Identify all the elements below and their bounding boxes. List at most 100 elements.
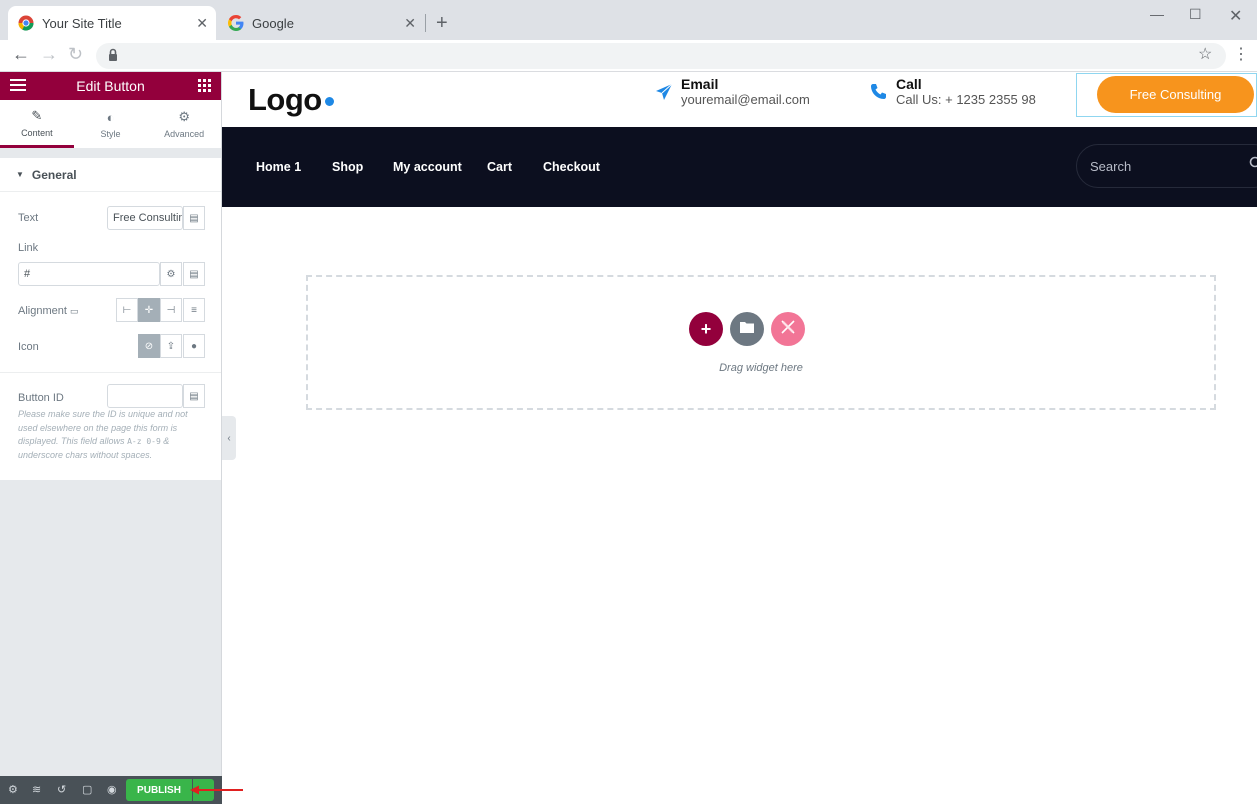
circle-icon: ● <box>190 340 198 352</box>
icon-upload-button[interactable]: ⇪ <box>160 334 182 358</box>
site-logo[interactable]: Logo <box>248 82 322 118</box>
database-icon: ▤ <box>189 390 199 402</box>
icon-library-button[interactable]: ● <box>183 334 205 358</box>
close-icon[interactable]: ✕ <box>196 15 208 32</box>
email-title: Email <box>681 76 719 92</box>
panel-header: Edit Button <box>0 72 221 100</box>
free-consulting-button[interactable]: Free Consulting <box>1097 76 1254 113</box>
tab-content[interactable]: ✎ Content <box>0 100 74 148</box>
section-toggle-general[interactable]: ▼ General <box>0 158 221 192</box>
history-icon[interactable]: ↺ <box>57 783 66 796</box>
logo-dot <box>325 97 334 106</box>
link-label: Link <box>18 242 39 254</box>
responsive-mode-icon[interactable]: ▢ <box>82 783 92 796</box>
nav-item-home[interactable]: Home 1 <box>256 160 301 174</box>
link-dynamic-button[interactable]: ▤ <box>183 262 205 286</box>
database-icon: ▤ <box>189 212 199 224</box>
gear-icon: ⚙ <box>178 109 190 124</box>
divider <box>0 372 221 373</box>
tab-label: Advanced <box>164 129 205 139</box>
reload-icon[interactable]: ↻ <box>68 44 83 65</box>
more-menu-icon[interactable]: ⋮ <box>1233 44 1249 64</box>
contrast-icon: ◐ <box>106 109 115 125</box>
preview-eye-icon[interactable]: ◉ <box>107 783 117 796</box>
back-icon[interactable]: ← <box>12 44 30 65</box>
align-center-button[interactable]: ✛ <box>138 298 160 322</box>
forward-icon[interactable]: → <box>40 44 58 65</box>
cta-widget-selection: Free Consulting <box>1076 73 1257 117</box>
caret-down-icon: ▼ <box>16 170 24 179</box>
nav-item-cart[interactable]: Cart <box>487 160 512 174</box>
text-label: Text <box>18 212 39 224</box>
text-input[interactable]: Free Consulting <box>107 206 183 230</box>
align-left-icon: ⊢ <box>122 304 132 316</box>
browser-toolbar: ← → ↻ ☆ ⋮ <box>0 40 1257 72</box>
search-input[interactable]: Search <box>1076 144 1257 188</box>
hamburger-menu-icon[interactable] <box>10 78 26 95</box>
browser-tab-site[interactable]: Your Site Title ✕ <box>8 6 216 40</box>
maximize-icon[interactable]: ☐ <box>1189 6 1202 23</box>
drop-zone-text: Drag widget here <box>719 362 803 374</box>
call-title: Call <box>896 76 922 92</box>
nav-item-my-account[interactable]: My account <box>393 160 462 174</box>
tab-title: Your Site Title <box>42 15 122 31</box>
close-icon[interactable]: ✕ <box>404 15 416 32</box>
link-options-button[interactable]: ⚙ <box>160 262 182 286</box>
tab-advanced[interactable]: ⚙ Advanced <box>147 100 221 148</box>
x-logo-icon <box>780 319 796 340</box>
paper-plane-icon <box>655 83 673 106</box>
database-icon: ▤ <box>189 268 199 280</box>
align-right-button[interactable]: ⊣ <box>160 298 182 322</box>
upload-icon: ⇪ <box>166 340 176 352</box>
pencil-icon: ✎ <box>31 107 43 123</box>
site-nav: Home 1 Shop My account Cart Checkout Sea… <box>222 127 1257 207</box>
add-template-button[interactable] <box>730 312 764 346</box>
search-icon <box>1249 156 1257 173</box>
button-id-dynamic-button[interactable]: ▤ <box>183 384 205 408</box>
dynamic-tags-button[interactable]: ▤ <box>183 206 205 230</box>
tab-separator <box>425 14 426 32</box>
icon-none-button[interactable]: ⊘ <box>138 334 160 358</box>
panel-title: Edit Button <box>76 78 145 94</box>
nav-item-checkout[interactable]: Checkout <box>543 160 600 174</box>
bookmark-star-icon[interactable]: ☆ <box>1198 44 1212 64</box>
icon-label: Icon <box>18 341 39 353</box>
align-left-button[interactable]: ⊢ <box>116 298 138 322</box>
settings-icon[interactable]: ⚙ <box>8 783 18 796</box>
alignment-text: Alignment <box>18 305 67 317</box>
help-code: A-z 0-9 <box>127 437 161 446</box>
tab-label: Content <box>21 127 53 138</box>
button-id-input[interactable] <box>107 384 183 408</box>
navigator-layers-icon[interactable]: ≋ <box>32 783 41 796</box>
align-right-icon: ⊣ <box>166 304 176 316</box>
call-value: Call Us: + 1235 2355 98 <box>896 92 1036 107</box>
chevron-left-icon: ‹ <box>227 432 231 444</box>
new-tab-button[interactable]: + <box>436 12 448 35</box>
plus-icon: + <box>700 318 712 339</box>
widget-drop-zone[interactable]: + Drag widget here <box>306 275 1216 410</box>
browser-tab-bar: Your Site Title ✕ Google ✕ + — ☐ ✕ <box>0 0 1257 40</box>
browser-tab-google[interactable]: Google ✕ <box>218 6 424 40</box>
ban-icon: ⊘ <box>144 340 154 352</box>
panel-collapse-toggle[interactable]: ‹ <box>222 416 236 460</box>
panel-tabs: ✎ Content ◐ Style ⚙ Advanced <box>0 100 221 148</box>
window-close-icon[interactable]: ✕ <box>1229 6 1242 26</box>
add-section-button[interactable]: + <box>689 312 723 346</box>
publish-button[interactable]: PUBLISH <box>126 779 192 801</box>
elements-kit-button[interactable] <box>771 312 805 346</box>
link-input[interactable]: # <box>18 262 160 286</box>
widgets-grid-icon[interactable] <box>198 79 211 95</box>
align-justify-button[interactable]: ≡ <box>183 298 205 322</box>
align-center-icon: ✛ <box>144 304 154 316</box>
section-title: General <box>31 167 77 182</box>
desktop-icon: ▭ <box>69 306 79 316</box>
minimize-icon[interactable]: — <box>1150 6 1164 22</box>
button-id-help-text: Please make sure the ID is unique and no… <box>18 408 204 462</box>
address-bar[interactable] <box>96 43 1226 69</box>
folder-icon <box>740 320 754 338</box>
red-arrow-annotation <box>190 785 243 795</box>
tab-style[interactable]: ◐ Style <box>74 100 148 148</box>
nav-item-shop[interactable]: Shop <box>332 160 363 174</box>
tab-title: Google <box>252 15 294 31</box>
email-value: youremail@email.com <box>681 92 810 107</box>
